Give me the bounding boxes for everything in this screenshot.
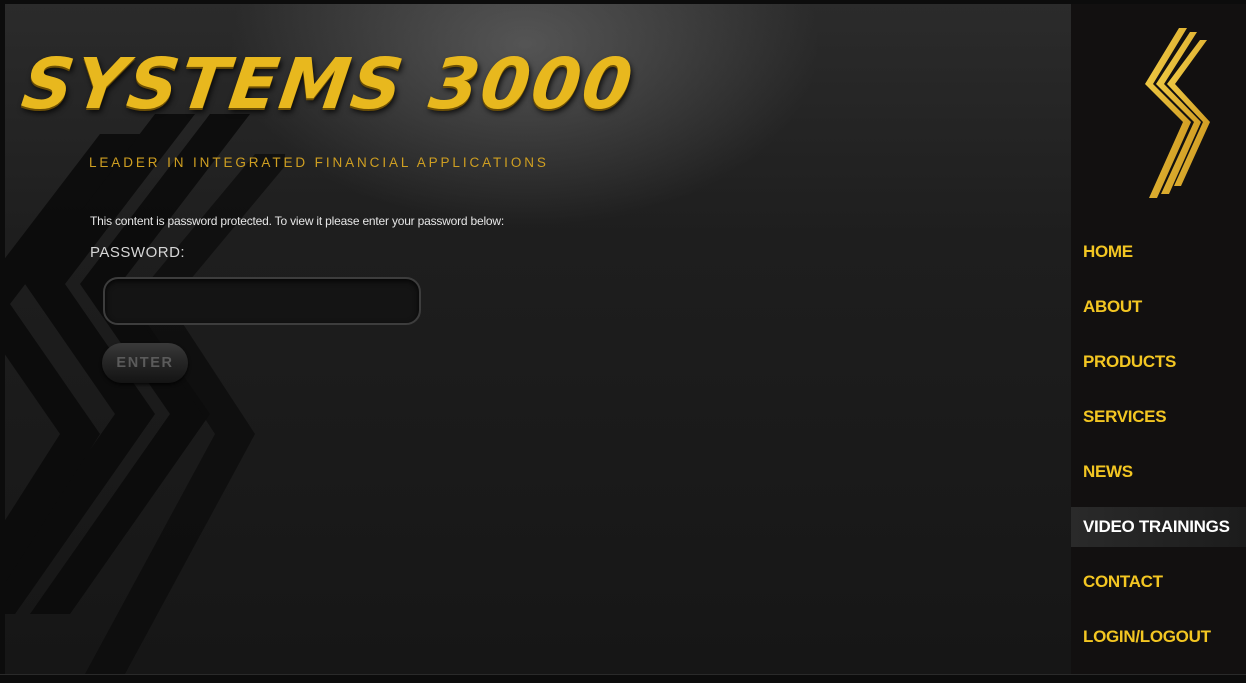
nav-item-about[interactable]: ABOUT — [1071, 287, 1246, 327]
s3-logo-icon[interactable] — [1139, 26, 1211, 200]
enter-button[interactable]: ENTER — [102, 343, 188, 383]
sidebar: HOME ABOUT PRODUCTS SERVICES NEWS VIDEO … — [1071, 4, 1246, 674]
nav-item-home[interactable]: HOME — [1071, 232, 1246, 272]
password-label: PASSWORD: — [90, 244, 186, 261]
nav-item-news[interactable]: NEWS — [1071, 452, 1246, 492]
nav-item-services[interactable]: SERVICES — [1071, 397, 1246, 437]
site-logo[interactable]: SYSTEMS 3000 — [17, 43, 639, 125]
nav-item-contact[interactable]: CONTACT — [1071, 562, 1246, 602]
page: SYSTEMS 3000 LEADER IN INTEGRATED FINANC… — [5, 4, 1246, 674]
site-tagline: LEADER IN INTEGRATED FINANCIAL APPLICATI… — [89, 155, 549, 170]
main-content: SYSTEMS 3000 LEADER IN INTEGRATED FINANC… — [5, 4, 1071, 674]
password-input[interactable] — [103, 277, 421, 325]
background-emblem-icon — [5, 114, 285, 674]
nav-item-video-trainings[interactable]: VIDEO TRAININGS — [1071, 507, 1246, 547]
nav-item-products[interactable]: PRODUCTS — [1071, 342, 1246, 382]
nav-item-login-logout[interactable]: LOGIN/LOGOUT — [1071, 617, 1246, 657]
protected-content-message: This content is password protected. To v… — [90, 214, 504, 228]
bottom-divider — [0, 674, 1246, 675]
